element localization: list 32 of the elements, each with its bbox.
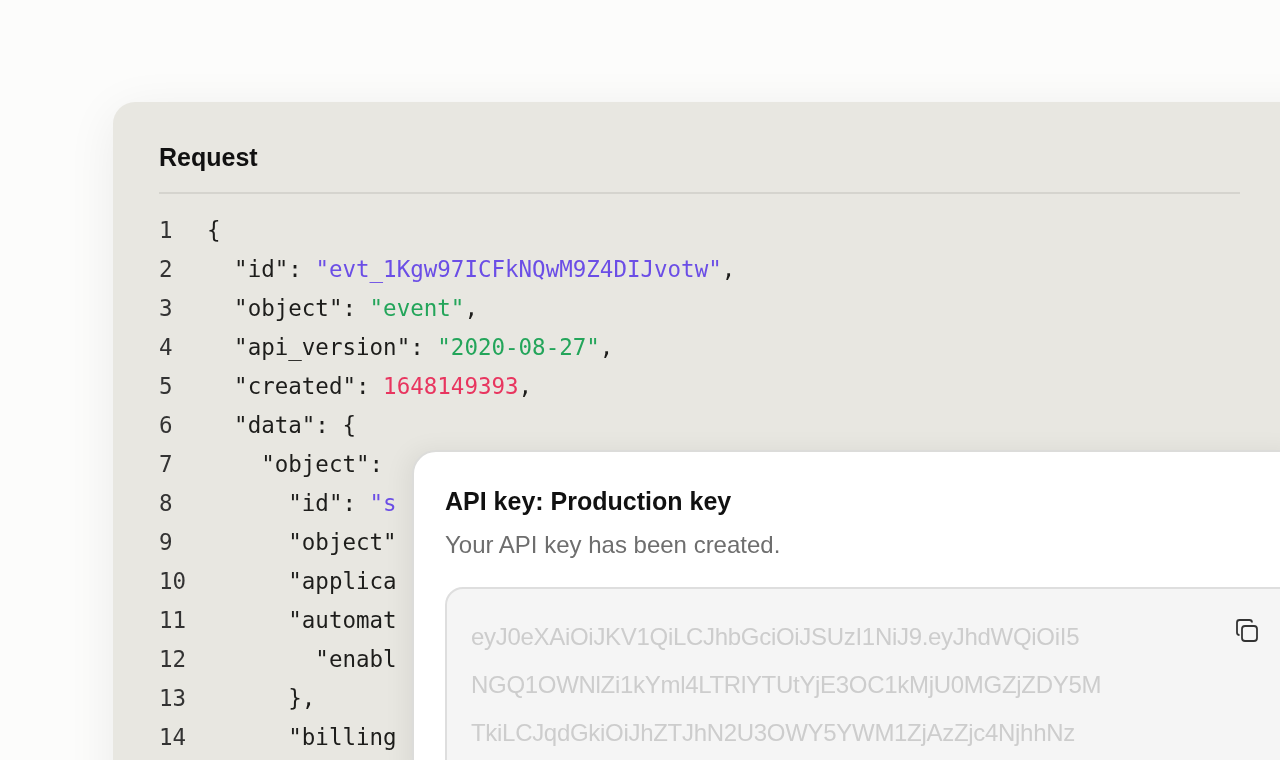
line-number: 10 (159, 567, 188, 594)
line-number: 1 (159, 216, 174, 243)
line-number: 13 (159, 684, 188, 711)
line-number: 12 (159, 645, 188, 672)
code-line: "billing (287, 723, 397, 750)
code-line: }, (287, 684, 316, 711)
line-number: 5 (159, 372, 174, 399)
dialog-message: Your API key has been created. (445, 530, 782, 560)
code-line: "enabl (314, 645, 397, 672)
card-title: Request (159, 142, 259, 172)
line-number: 4 (159, 333, 174, 360)
code-line: "object" (287, 528, 397, 555)
line-number: 2 (159, 255, 174, 282)
code-line: "data": { (233, 411, 356, 438)
line-number: 11 (159, 606, 188, 633)
line-number: 14 (159, 723, 188, 750)
line-number: 8 (159, 489, 174, 516)
copy-icon[interactable] (1233, 617, 1261, 645)
code-line: { (207, 216, 221, 243)
code-line: "object": "event", (233, 294, 478, 321)
code-line: "created": 1648149393, (233, 372, 533, 399)
code-line: "id": "evt_1Kgw97ICFkNQwM9Z4DIJvotw", (233, 255, 736, 282)
line-number: 9 (159, 528, 174, 555)
code-line: "object": (260, 450, 384, 477)
dialog-title: API key: Production key (445, 486, 733, 517)
code-line: "applica (287, 567, 397, 594)
line-number: 6 (159, 411, 174, 438)
line-number: 3 (159, 294, 174, 321)
code-line: "id": "s (287, 489, 397, 516)
code-line: "automat (287, 606, 397, 633)
code-line: "api_version": "2020-08-27", (233, 333, 614, 360)
line-number: 7 (159, 450, 174, 477)
